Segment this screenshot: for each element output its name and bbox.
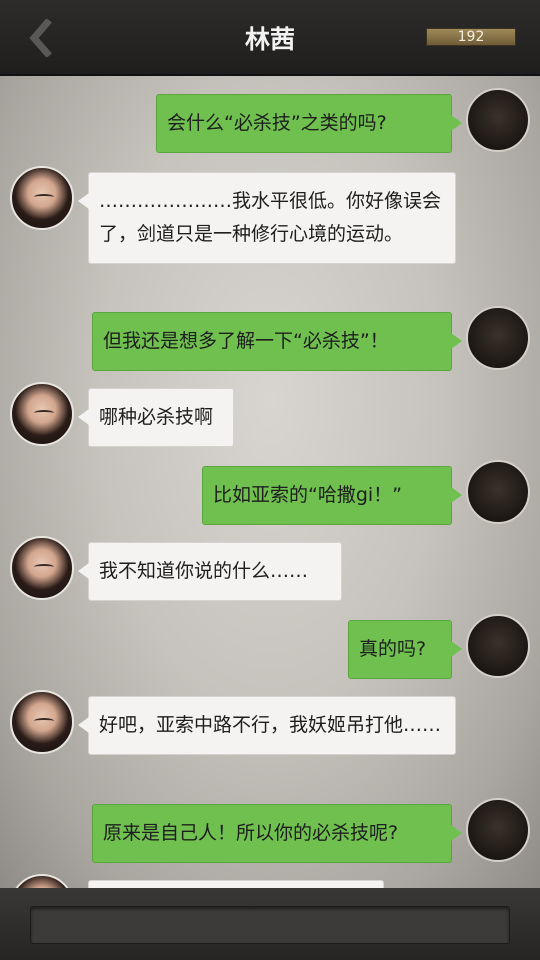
message-bubble-received (88, 880, 384, 888)
message-bubble-sent: 真的吗? (348, 620, 462, 679)
message-bubble-sent: 会什么“必杀技”之类的吗? (156, 94, 462, 153)
message-input[interactable] (30, 906, 510, 944)
top-bar: 林茜 192 (0, 0, 540, 76)
count-badge: 192 (426, 28, 516, 46)
chat-area[interactable]: 会什么“必杀技”之类的吗? …………………我水平很低。你好像误会了，剑道只是一种… (0, 76, 540, 888)
contact-avatar[interactable] (10, 166, 74, 230)
message-bubble-sent: 但我还是想多了解一下“必杀技”！ (92, 312, 462, 371)
contact-avatar[interactable] (10, 382, 74, 446)
my-avatar[interactable] (466, 306, 530, 370)
input-bar (0, 888, 540, 960)
contact-avatar[interactable] (10, 690, 74, 754)
contact-avatar[interactable] (10, 874, 74, 888)
message-bubble-received: …………………我水平很低。你好像误会了，剑道只是一种修行心境的运动。 (78, 172, 456, 264)
message-bubble-received: 好吧，亚索中路不行，我妖姬吊打他…… (78, 696, 456, 755)
my-avatar[interactable] (466, 798, 530, 862)
message-bubble-received: 我不知道你说的什么…… (78, 542, 342, 601)
my-avatar[interactable] (466, 614, 530, 678)
message-bubble-sent: 比如亚索的“哈撒gi！” (202, 466, 462, 525)
message-bubble-received: 哪种必杀技啊 (78, 388, 234, 447)
my-avatar[interactable] (466, 88, 530, 152)
contact-avatar[interactable] (10, 536, 74, 600)
my-avatar[interactable] (466, 460, 530, 524)
message-bubble-sent: 原来是自己人！所以你的必杀技呢? (92, 804, 462, 863)
